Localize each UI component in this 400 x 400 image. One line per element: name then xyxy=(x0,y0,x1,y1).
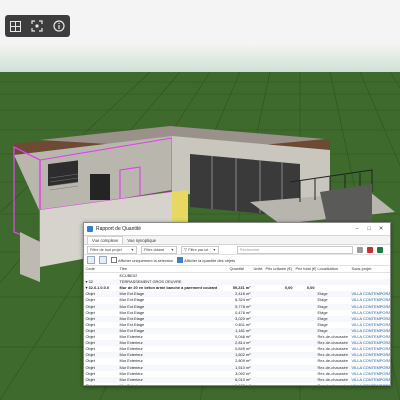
funnel-icon: ▽ xyxy=(184,247,187,252)
show-quantity-label: Afficher la quantité des objets xyxy=(184,257,236,263)
table-row[interactable]: Objet Mur Exterieur 6,010 m² Rez-de-chaussé… xyxy=(84,376,390,383)
pdf-export-icon[interactable] xyxy=(367,246,373,253)
table-body: ECUBE02 ▾ 32 TERRASSEMENT GROS OEUVRE ▾ 32.… xyxy=(84,273,391,386)
cell-code: Objet xyxy=(85,382,95,386)
cell-subproject: VILLA CONTEMPORAINE xyxy=(351,382,391,386)
table-row[interactable]: Objet Mur Exterieur 2,809 m² Rez-de-chaussé… xyxy=(84,358,391,364)
show-quantity-checkbox[interactable]: Afficher la quantité des objets xyxy=(177,257,235,263)
table-row[interactable]: Objet Mur Exterieur 1,510 m² Rez-de-chaussé… xyxy=(84,364,390,371)
cell-subproject: VILLA CONTEMPORAINE xyxy=(350,376,390,383)
minimize-icon[interactable]: – xyxy=(351,226,363,232)
maximize-icon[interactable]: □ xyxy=(363,226,375,232)
cell-location: Rez-de-chaussée xyxy=(316,376,350,383)
cell-subproject: VILLA CONTEMPORAINE xyxy=(351,297,391,303)
cell-code xyxy=(84,273,118,280)
info-icon[interactable] xyxy=(51,18,67,34)
app-icon xyxy=(87,226,93,232)
column-header-prix-total[interactable]: Prix total (€) xyxy=(294,266,316,274)
window-tile-icon[interactable] xyxy=(8,18,24,34)
cell-quantity xyxy=(228,273,252,280)
lot-filter-label: Filtre par lot xyxy=(188,247,209,252)
checkbox-box xyxy=(111,257,117,263)
cell-title: ECUBE02 xyxy=(119,273,138,279)
expand-all-icon[interactable] xyxy=(99,256,107,264)
viewport-tool-group xyxy=(5,15,70,37)
chevron-down-icon: ▼ xyxy=(170,247,174,252)
project-filter-label: Filtre de tout projet xyxy=(90,247,122,252)
close-icon[interactable]: ✕ xyxy=(375,226,387,232)
cell-subproject: VILLA CONTEMPORAINE xyxy=(350,315,390,322)
quantity-report-window[interactable]: Rapport de Quantité – □ ✕ Vue complexe V… xyxy=(83,222,391,386)
column-header-code[interactable]: Code xyxy=(84,266,118,274)
cell-unit xyxy=(252,273,264,280)
column-header-sous-projet[interactable]: Sous-projet xyxy=(350,266,390,274)
cell-subproject: VILLA CONTEMPORAINE xyxy=(350,364,390,371)
cell-location: Rez-de-chaussée xyxy=(316,364,350,371)
column-header-unite[interactable]: Unité xyxy=(252,266,264,274)
refresh-icon[interactable] xyxy=(357,246,363,253)
cell-location: Rez-de-chaussée xyxy=(317,382,349,386)
cell-unit-price xyxy=(264,273,294,280)
options-bar: Afficher uniquement la sélection Affiche… xyxy=(84,255,390,266)
cell-total-price xyxy=(294,383,316,385)
cell-unit xyxy=(252,383,264,385)
class-filter-dropdown[interactable]: Filtre classe ▼ xyxy=(141,245,177,254)
window-title: Rapport de Quantité xyxy=(96,226,142,232)
only-selection-label: Afficher uniquement la sélection xyxy=(118,257,174,263)
column-header-titre[interactable]: Titre xyxy=(118,266,228,274)
cell-unit-price xyxy=(264,383,294,385)
cell-title: Mur Exterieur xyxy=(119,382,143,386)
application-toolbar xyxy=(0,0,400,43)
tab-vue-complexe[interactable]: Vue complexe xyxy=(87,236,124,244)
zoom-extents-icon[interactable] xyxy=(29,18,45,34)
column-header-prix-unitaire[interactable]: Prix unitaire (€) xyxy=(264,266,294,274)
column-header-quantite[interactable]: Quantité xyxy=(228,266,252,274)
table-row[interactable]: Objet Mur Exterieur 3,092 m² Rez-de-chaussé… xyxy=(84,370,391,377)
upper-window xyxy=(48,160,78,187)
table-row[interactable]: Objet Mur Exterieur 1,132 m² Rez-de-chaussé… xyxy=(84,382,391,386)
checkbox-box xyxy=(177,257,183,263)
lot-filter-dropdown[interactable]: ▽ Filtre par lot ▼ xyxy=(181,245,219,254)
quantity-table: Code Titre Quantité Unité Prix unitaire … xyxy=(84,266,391,386)
cell-subproject xyxy=(350,273,390,280)
window-titlebar[interactable]: Rapport de Quantité – □ ✕ xyxy=(84,223,390,236)
project-filter-dropdown[interactable]: Filtre de tout projet ▼ xyxy=(87,245,137,254)
report-tabs: Vue complexe Vue synoptique xyxy=(84,236,390,245)
upper-window-small xyxy=(90,174,110,200)
cell-location: Rez-de-chaussée xyxy=(317,370,349,376)
cell-subproject: VILLA CONTEMPORAINE xyxy=(350,303,390,310)
table-header: Code Titre Quantité Unité Prix unitaire … xyxy=(84,266,390,274)
only-selection-checkbox[interactable]: Afficher uniquement la sélection xyxy=(111,257,173,263)
cell-subproject: VILLA CONTEMPORAINE xyxy=(351,309,391,315)
class-filter-label: Filtre classe xyxy=(144,247,165,252)
filter-bar: Filtre de tout projet ▼ Filtre classe ▼ ▽ … xyxy=(84,245,390,255)
excel-export-icon[interactable] xyxy=(377,246,383,253)
chevron-down-icon: ▼ xyxy=(130,247,134,252)
cell-quantity: 1,132 m² xyxy=(235,382,251,386)
cell-location: Rez-de-chaussée xyxy=(317,358,349,364)
cell-location xyxy=(316,273,350,280)
chevron-down-icon: ▼ xyxy=(212,247,216,252)
sky-background xyxy=(0,42,400,72)
cell-subproject: VILLA CONTEMPORAINE xyxy=(351,370,391,376)
table-row[interactable]: ECUBE02 xyxy=(84,273,390,280)
column-header-localisation[interactable]: Localisation xyxy=(316,266,350,274)
cell-total-price xyxy=(294,273,316,280)
tab-vue-synoptique[interactable]: Vue synoptique xyxy=(123,237,160,244)
cell-subproject: VILLA CONTEMPORAINE xyxy=(351,358,391,364)
tree-view-icon[interactable] xyxy=(87,256,95,264)
search-input[interactable]: Rechercher xyxy=(237,245,353,254)
